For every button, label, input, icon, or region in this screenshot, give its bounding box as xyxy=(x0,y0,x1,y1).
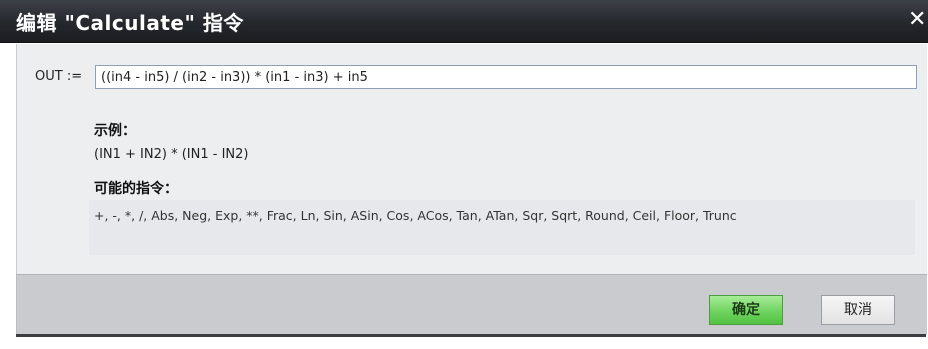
cancel-button[interactable]: 取消 xyxy=(821,295,895,325)
close-icon[interactable]: ✕ xyxy=(908,6,928,34)
ok-button[interactable]: 确定 xyxy=(709,295,783,325)
title-bar[interactable]: 编辑 "Calculate" 指令 ✕ xyxy=(0,0,928,43)
dialog-title: 编辑 "Calculate" 指令 xyxy=(16,11,244,35)
possible-instructions-heading: 可能的指令： xyxy=(94,181,178,197)
example-heading: 示例： xyxy=(94,123,136,139)
bottom-border xyxy=(16,334,926,337)
possible-instructions-list: +, -, *, /, Abs, Neg, Exp, **, Frac, Ln,… xyxy=(94,208,737,223)
example-text: (IN1 + IN2) * (IN1 - IN2) xyxy=(94,147,249,162)
dialog-footer: 确定 取消 xyxy=(16,274,927,335)
edit-calculate-dialog: 编辑 "Calculate" 指令 ✕ OUT := 示例： (IN1 + IN… xyxy=(0,0,928,349)
expression-input[interactable] xyxy=(95,65,917,89)
dialog-body: OUT := 示例： (IN1 + IN2) * (IN1 - IN2) 可能的… xyxy=(16,44,927,274)
possible-instructions-box: +, -, *, /, Abs, Neg, Exp, **, Frac, Ln,… xyxy=(89,200,915,255)
out-label: OUT := xyxy=(35,69,83,84)
